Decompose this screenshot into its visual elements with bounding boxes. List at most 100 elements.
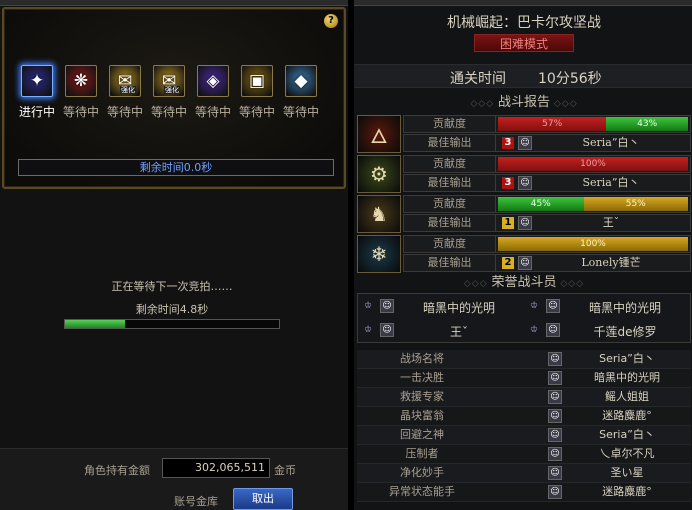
rank-badge: 2 — [502, 257, 514, 269]
contribution-segment: 45% — [498, 197, 584, 211]
character-avatar-icon: ☺ — [518, 136, 532, 150]
best-output-name: 王ˇ — [602, 216, 620, 229]
honor-member: ♔ ☺ 暗黑中的光明 — [358, 295, 524, 319]
contribution-segment: 57% — [498, 117, 607, 131]
contribution-label: 贡献度 — [404, 236, 496, 252]
battle-report-heading-text: 战斗报告 — [497, 95, 550, 110]
auction-remaining-time: 剩余时间0.0秒 — [18, 159, 334, 176]
report-title-bar — [354, 0, 692, 6]
auction-slot-1[interactable]: ✦ — [21, 65, 53, 97]
contribution-bar: 57% 43% — [498, 117, 688, 131]
award-recipient: Seria”白丶 — [599, 428, 655, 441]
character-avatar-icon: ☺ — [548, 352, 562, 366]
character-avatar-icon: ☺ — [380, 299, 394, 313]
honor-member: ♔ ☺ 暗黑中的光明 — [524, 295, 690, 319]
award-title: 回避之神 — [400, 428, 444, 441]
contribution-bar: 100% — [498, 157, 688, 171]
player-portrait: ⚙ — [357, 155, 401, 193]
award-recipient: 鳐人姐姐 — [605, 390, 649, 403]
award-recipient: 乀卓尔不凡 — [599, 447, 655, 460]
honor-member-name: 王ˇ — [449, 325, 468, 339]
best-output: 3 ☺ Seria”白丶 — [498, 136, 688, 150]
character-avatar-icon: ☺ — [548, 466, 562, 480]
player-portrait: ♞ — [357, 195, 401, 233]
withdraw-button[interactable]: 取出 — [233, 488, 293, 510]
contribution-bar: 45% 55% — [498, 197, 688, 211]
auction-slot-5[interactable]: ◈ — [197, 65, 229, 97]
best-output-label: 最佳输出 — [404, 255, 496, 271]
award-title: 压制者 — [405, 447, 439, 460]
player-row: 🜂 贡献度 57% 43% 最佳输出 3 ☺ Seria”白丶 — [357, 115, 691, 153]
award-row: 压制者 ☺ 乀卓尔不凡 — [357, 445, 691, 464]
character-avatar-icon: ☺ — [548, 371, 562, 385]
red-scroll-icon: ❋ — [73, 71, 89, 91]
character-avatar-icon: ☺ — [546, 299, 560, 313]
best-output-row: 最佳输出 2 ☺ Lonely锺芒 — [403, 254, 691, 272]
auction-panel: ? ✦ 进行中 ❋ 等待中 ✉ 强化 等待中 ✉ 强化 等待中 ◈ 等待中 ▣ 等待中 ◆ 等待中 剩余时间0… — [0, 0, 348, 510]
best-output: 2 ☺ Lonely锺芒 — [498, 256, 688, 270]
honor-heading-text: 荣誉战斗员 — [491, 275, 557, 290]
player-portrait: ❄ — [357, 235, 401, 273]
honor-member-name: 暗黑中的光明 — [422, 301, 495, 315]
difficulty-badge: 困难模式 — [474, 34, 574, 52]
dungeon-title: 机械崛起：巴卡尔攻坚战 — [447, 15, 601, 31]
best-output-label: 最佳输出 — [404, 135, 496, 151]
award-title: 异常状态能手 — [389, 485, 455, 498]
honor-heading: ◇◇◇ 荣誉战斗员 ◇◇◇ — [463, 275, 585, 290]
gold-amount-field: 302,065,511 — [162, 458, 270, 478]
best-output-name: Seria”白丶 — [582, 136, 640, 149]
character-avatar-icon: ☺ — [518, 216, 532, 230]
rank-badge: 3 — [502, 137, 514, 149]
clear-time-label: 通关时间 — [450, 71, 506, 87]
auction-slot-6[interactable]: ▣ — [241, 65, 273, 97]
character-avatar-icon: ☺ — [546, 323, 560, 337]
award-recipient: 迷路麋鹿° — [602, 409, 652, 422]
auction-slot-3[interactable]: ✉ 强化 — [109, 65, 141, 97]
auction-slot-7[interactable]: ◆ — [285, 65, 317, 97]
character-avatar-icon: ☺ — [518, 256, 532, 270]
best-output-row: 最佳输出 3 ☺ Seria”白丶 — [403, 134, 691, 152]
item-tag: 强化 — [164, 86, 180, 94]
character-avatar-icon: ☺ — [548, 485, 562, 499]
award-row: 一击决胜 ☺ 暗黑中的光明 — [357, 369, 691, 388]
contribution-segment: 100% — [498, 157, 688, 171]
award-title: 救援专家 — [400, 390, 444, 403]
player-row: ⚙ 贡献度 100% 最佳输出 3 ☺ Seria”白丶 — [357, 155, 691, 193]
auction-items-box: ? ✦ 进行中 ❋ 等待中 ✉ 强化 等待中 ✉ 强化 等待中 ◈ 等待中 ▣ 等待中 ◆ 等待中 剩余时间0… — [2, 7, 346, 189]
contribution-row: 贡献度 100% — [403, 235, 691, 253]
clear-time-value: 10分56秒 — [538, 71, 602, 87]
character-avatar-icon: ☺ — [518, 176, 532, 190]
award-title: 一击决胜 — [400, 371, 444, 384]
rank-badge: 3 — [502, 177, 514, 189]
character-avatar-icon: ☺ — [548, 428, 562, 442]
treasure-chest-icon: ▣ — [248, 71, 266, 91]
waiting-progress-bar — [64, 319, 280, 329]
contribution-row: 贡献度 57% 43% — [403, 115, 691, 133]
purple-box-icon: ✦ — [29, 71, 45, 91]
award-row: 回避之神 ☺ Seria”白丶 — [357, 426, 691, 445]
character-avatar-icon: ☺ — [548, 447, 562, 461]
auction-slot-status: 等待中 — [150, 105, 187, 119]
auction-slot-4[interactable]: ✉ 强化 — [153, 65, 185, 97]
contribution-segment: 43% — [606, 117, 688, 131]
award-row: 战场名将 ☺ Seria”白丶 — [357, 350, 691, 369]
character-avatar-icon: ☺ — [548, 390, 562, 404]
honor-box: ♔ ☺ 暗黑中的光明 ♔ ☺ 暗黑中的光明 ♔ ☺ 王ˇ ♔ ☺ 千莲de修罗 — [357, 293, 691, 343]
honor-member: ♔ ☺ 王ˇ — [358, 319, 524, 343]
gold-unit: 金币 — [274, 464, 296, 477]
contribution-segment: 100% — [498, 237, 688, 251]
player-portrait: 🜂 — [357, 115, 401, 153]
auction-slot-2[interactable]: ❋ — [65, 65, 97, 97]
rank-badge: 1 — [502, 217, 514, 229]
help-icon[interactable]: ? — [324, 14, 338, 28]
honor-medal-icon: ♔ — [364, 301, 373, 311]
green-mech-portrait-icon: ⚙ — [370, 162, 388, 186]
waiting-progress-fill — [65, 320, 125, 328]
battle-report-heading: ◇◇◇ 战斗报告 ◇◇◇ — [470, 95, 578, 110]
auction-slot-status: 等待中 — [194, 105, 231, 119]
player-row: ❄ 贡献度 100% 最佳输出 2 ☺ Lonely锺芒 — [357, 235, 691, 273]
award-row: 净化妙手 ☺ 圣い星 — [357, 464, 691, 483]
best-output-label: 最佳输出 — [404, 215, 496, 231]
player-row: ♞ 贡献度 45% 55% 最佳输出 1 ☺ 王ˇ — [357, 195, 691, 233]
award-recipient: 迷路麋鹿° — [602, 485, 652, 498]
